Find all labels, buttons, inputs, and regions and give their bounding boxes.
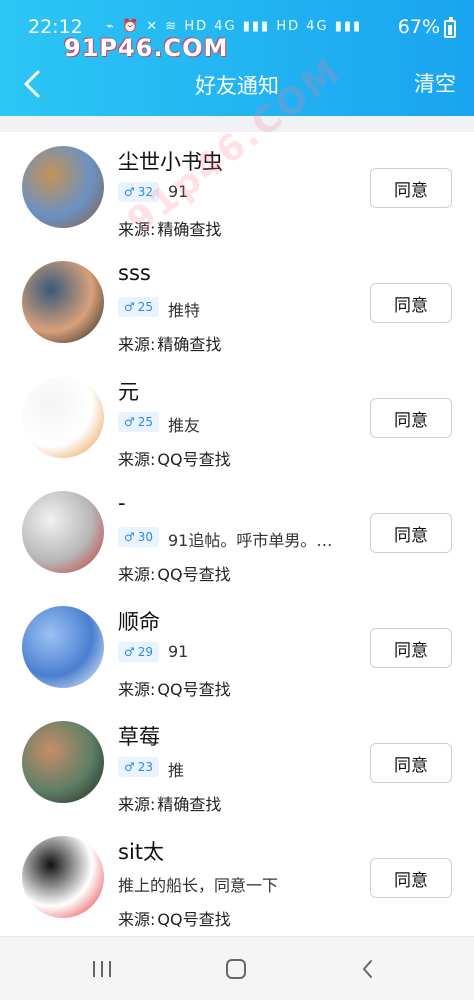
friend-name: 尘世小书虫 [118,150,223,174]
list-item[interactable]: - ♂ 30 91追帖。呼市单男。… 来源: QQ号查找 同意 [0,477,474,592]
friend-name: sit太 [118,840,165,864]
avatar[interactable] [22,146,104,228]
home-icon[interactable] [222,955,250,983]
male-icon: ♂ [124,185,135,199]
avatar[interactable] [22,836,104,918]
list-item[interactable]: 元 ♂ 25 推友 来源: QQ号查找 同意 [0,362,474,477]
avatar[interactable] [22,261,104,343]
gender-age-badge: ♂ 32 [118,182,160,202]
header: 22:12 ⌁ ⏰ ✕ ≋ HD 4G ▮▮▮ HD 4G ▮▮▮ 67% 91… [0,0,474,116]
agree-button[interactable]: 同意 [370,168,452,208]
list-item[interactable]: 顺命 ♂ 29 91 来源: QQ号查找 同意 [0,592,474,707]
age-text: 32 [137,185,154,199]
source-label: 来源: [118,795,156,814]
source-label: 来源: [118,450,156,469]
back-icon[interactable] [354,955,382,983]
clear-button[interactable]: 清空 [414,68,456,98]
source-value: QQ号查找 [157,910,231,929]
source-value: 精确查找 [157,335,222,354]
page-title: 好友通知 [195,74,279,98]
request-source: 来源: 精确查找 [118,216,221,240]
friend-name: 草莓 [118,725,160,749]
male-icon: ♂ [124,645,135,659]
avatar[interactable] [22,491,104,573]
agree-button[interactable]: 同意 [370,628,452,668]
request-message: 91 [168,642,189,661]
battery-percent: 67% [397,16,440,38]
source-value: QQ号查找 [157,565,231,584]
source-value: QQ号查找 [157,450,231,469]
avatar[interactable] [22,606,104,688]
request-message: 推上的船长，同意一下 [118,876,279,895]
male-icon: ♂ [124,760,135,774]
friend-name: 顺命 [118,610,160,634]
request-source: 来源: QQ号查找 [118,676,231,700]
list-item[interactable]: 草莓 ♂ 23 推来源: 精确查找 同意 [0,707,474,822]
request-source: 来源: QQ号查找 [118,561,231,585]
request-source: 来源: QQ号查找 [118,906,231,930]
list-item[interactable]: 尘世小书虫 ♂ 32 91 来源: 精确查找 同意 [0,132,474,247]
agree-button[interactable]: 同意 [370,398,452,438]
gender-age-badge: ♂ 29 [118,642,160,662]
gender-age-badge: ♂ 25 [118,297,160,317]
age-text: 23 [137,760,154,774]
source-value: QQ号查找 [157,680,231,699]
age-text: 25 [137,300,154,314]
gender-age-badge: ♂ 23 [118,757,160,777]
source-label: 来源: [118,220,156,239]
source-label: 来源: [118,680,156,699]
source-label: 来源: [118,565,156,584]
agree-button[interactable]: 同意 [370,743,452,783]
friend-name: sss [118,261,151,285]
male-icon: ♂ [124,300,135,314]
age-text: 25 [137,415,154,429]
gender-age-badge: ♂ 30 [118,527,160,547]
male-icon: ♂ [124,530,135,544]
request-message: 推特 [168,301,201,320]
gender-age-badge: ♂ 25 [118,412,160,432]
friend-name: 元 [118,380,139,404]
friend-name: - [118,491,126,515]
agree-button[interactable]: 同意 [370,513,452,553]
avatar[interactable] [22,376,104,458]
request-message: 91 [168,182,189,201]
request-message: 推友 [168,416,201,435]
header-divider [0,116,474,132]
request-source: 来源: 精确查找 [118,791,221,815]
request-message: 91追帖。呼市单男。… [168,531,333,550]
source-label: 来源: [118,910,156,929]
nav-bar: 好友通知 清空 [0,58,474,116]
agree-button[interactable]: 同意 [370,283,452,323]
request-source: 来源: 精确查找 [118,331,221,355]
request-source: 来源: QQ号查找 [118,446,231,470]
list-item[interactable]: sss ♂ 25 推特 来源: 精确查找 同意 [0,247,474,362]
friend-request-list: 尘世小书虫 ♂ 32 91 来源: 精确查找 同意 sss ♂ 25 推特 来源: 精确查找 同意元 ♂ 25… [0,132,474,937]
source-value: 精确查找 [157,220,222,239]
request-message: 推 [168,761,185,780]
source-label: 来源: [118,335,156,354]
recent-apps-icon[interactable] [88,955,116,983]
battery-icon [444,17,456,38]
status-icons: ⌁ ⏰ ✕ ≋ HD 4G ▮▮▮ HD 4G ▮▮▮ [106,19,363,34]
age-text: 29 [137,645,154,659]
age-text: 30 [137,530,154,544]
male-icon: ♂ [124,415,135,429]
source-value: 精确查找 [157,795,222,814]
avatar[interactable] [22,721,104,803]
system-nav-bar [0,936,474,1000]
agree-button[interactable]: 同意 [370,858,452,898]
list-item[interactable]: sit太 推上的船长，同意一下 来源: QQ号查找 同意 [0,822,474,937]
